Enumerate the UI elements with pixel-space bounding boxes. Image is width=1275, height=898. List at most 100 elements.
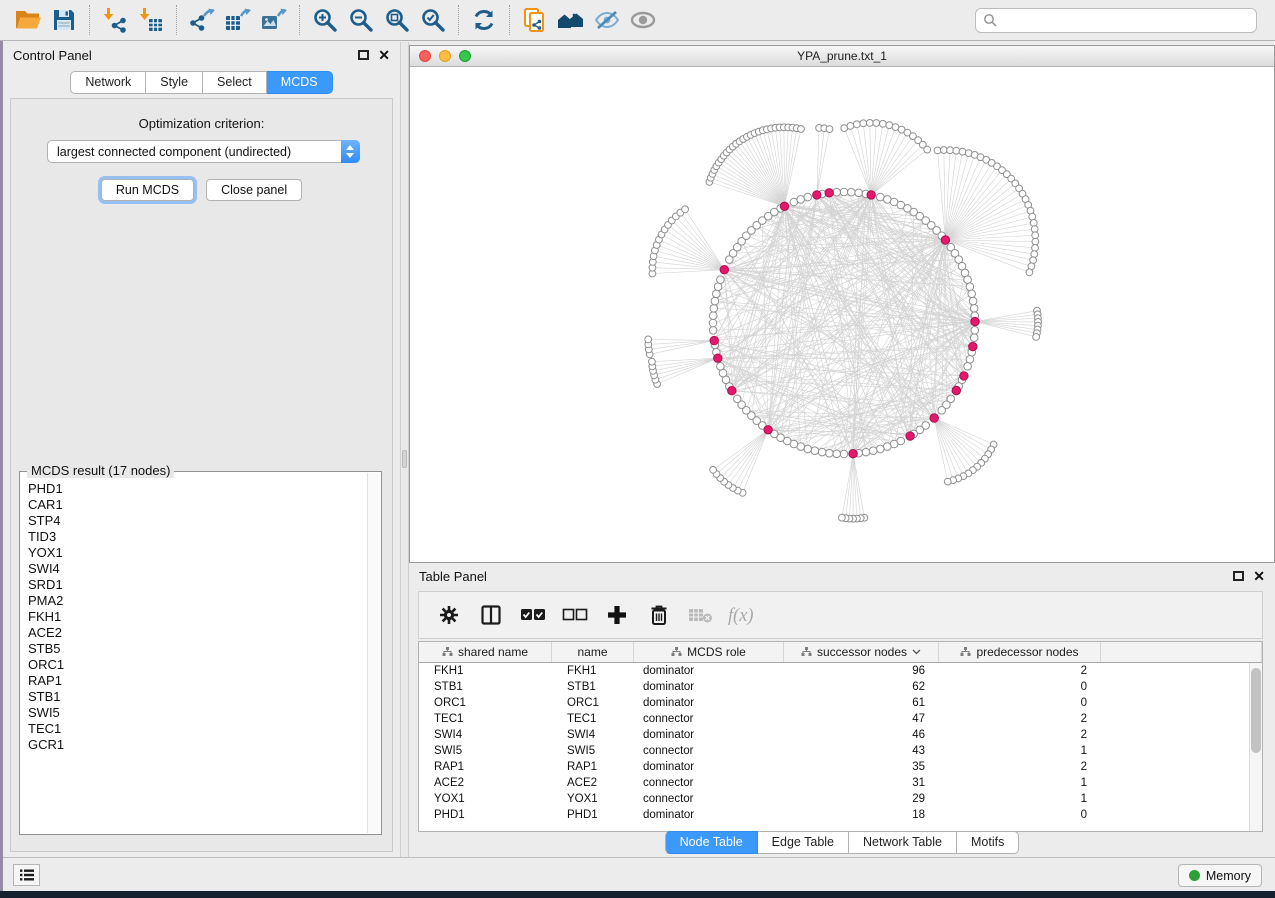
mcds-result-item[interactable]: FKH1	[28, 609, 367, 625]
table-row[interactable]: ACE2ACE2connector311	[419, 775, 1262, 791]
float-panel-icon[interactable]	[358, 50, 369, 60]
table-row[interactable]: YOX1YOX1connector291	[419, 791, 1262, 807]
mcds-result-item[interactable]: CAR1	[28, 497, 367, 513]
float-panel-icon[interactable]	[1233, 571, 1244, 581]
mcds-result-item[interactable]: SRD1	[28, 577, 367, 593]
window-maximize-icon[interactable]	[459, 50, 471, 62]
close-panel-button[interactable]: Close panel	[206, 179, 302, 201]
table-cell: 43	[784, 745, 939, 757]
close-panel-icon[interactable]: ✕	[1253, 571, 1265, 581]
table-row[interactable]: SWI4SWI4dominator462	[419, 727, 1262, 743]
new-network-from-selection-icon[interactable]	[517, 4, 553, 36]
column-header-successor-nodes[interactable]: successor nodes	[784, 642, 939, 662]
mcds-result-item[interactable]: STB1	[28, 689, 367, 705]
export-table-icon[interactable]	[220, 4, 256, 36]
table-scrollbar-thumb[interactable]	[1251, 668, 1261, 753]
run-mcds-button[interactable]: Run MCDS	[101, 179, 194, 201]
zoom-selected-icon[interactable]	[415, 4, 451, 36]
node-table-body: FKH1FKH1dominator962STB1STB1dominator620…	[419, 663, 1262, 823]
table-cell: YOX1	[552, 793, 634, 805]
splitter-handle-icon[interactable]	[402, 450, 407, 468]
table-row[interactable]: PHD1PHD1dominator180	[419, 807, 1262, 823]
memory-button[interactable]: Memory	[1178, 864, 1262, 887]
add-column-icon[interactable]	[600, 600, 633, 630]
tab-mcds[interactable]: MCDS	[267, 71, 333, 94]
table-row[interactable]: ORC1ORC1dominator610	[419, 695, 1262, 711]
panel-splitter[interactable]	[400, 42, 409, 857]
mcds-result-item[interactable]: RAP1	[28, 673, 367, 689]
column-header-filler	[1101, 642, 1262, 662]
mcds-result-item[interactable]: SWI4	[28, 561, 367, 577]
close-panel-icon[interactable]: ✕	[378, 50, 390, 60]
show-columns-icon[interactable]	[474, 600, 507, 630]
shared-column-icon	[442, 647, 453, 657]
column-header-predecessor-nodes[interactable]: predecessor nodes	[939, 642, 1101, 662]
mcds-result-item[interactable]: PHD1	[28, 481, 367, 497]
table-cell: 96	[784, 665, 939, 677]
column-header-label: predecessor nodes	[976, 645, 1078, 659]
column-header-MCDS-role[interactable]: MCDS role	[634, 642, 784, 662]
zoom-out-icon[interactable]	[343, 4, 379, 36]
window-close-icon[interactable]	[419, 50, 431, 62]
table-row[interactable]: STB1STB1dominator620	[419, 679, 1262, 695]
column-header-shared-name[interactable]: shared name	[419, 642, 552, 662]
column-header-name[interactable]: name	[552, 642, 634, 662]
column-header-label: MCDS role	[687, 645, 746, 659]
toolbar-separator	[299, 5, 300, 35]
import-table-icon[interactable]	[133, 4, 169, 36]
mcds-result-scrollbar[interactable]	[367, 473, 380, 833]
table-row[interactable]: RAP1RAP1dominator352	[419, 759, 1262, 775]
show-all-icon[interactable]	[625, 4, 661, 36]
search-input[interactable]	[997, 13, 1256, 27]
mcds-result-item[interactable]: YOX1	[28, 545, 367, 561]
open-folder-icon[interactable]	[10, 4, 46, 36]
table-row[interactable]: FKH1FKH1dominator962	[419, 663, 1262, 679]
mcds-result-item[interactable]: PMA2	[28, 593, 367, 609]
export-network-icon[interactable]	[184, 4, 220, 36]
tab-network[interactable]: Network	[70, 71, 146, 94]
table-cell: 61	[784, 697, 939, 709]
table-row[interactable]: SWI5SWI5connector431	[419, 743, 1262, 759]
export-image-icon[interactable]	[256, 4, 292, 36]
node-table-header: shared namename MCDS role successor nodes p…	[419, 642, 1262, 663]
tab-select[interactable]: Select	[203, 71, 267, 94]
show-panels-menu-button[interactable]	[13, 864, 40, 886]
mcds-result-item[interactable]: ACE2	[28, 625, 367, 641]
tab-node-table[interactable]: Node Table	[665, 831, 758, 854]
mcds-result-group: MCDS result (17 nodes) PHD1CAR1STP4TID3Y…	[19, 471, 382, 835]
network-view[interactable]	[410, 67, 1274, 562]
mcds-result-item[interactable]: ORC1	[28, 657, 367, 673]
hide-selected-icon[interactable]	[589, 4, 625, 36]
tab-network-table[interactable]: Network Table	[849, 831, 957, 854]
mcds-result-item[interactable]: STB5	[28, 641, 367, 657]
save-icon[interactable]	[46, 4, 82, 36]
search-field[interactable]	[975, 8, 1257, 33]
table-scrollbar[interactable]	[1249, 663, 1262, 831]
tab-motifs[interactable]: Motifs	[957, 831, 1019, 854]
table-row[interactable]: TEC1TEC1connector472	[419, 711, 1262, 727]
import-network-icon[interactable]	[97, 4, 133, 36]
network-window-titlebar[interactable]: YPA_prune.txt_1	[410, 46, 1274, 67]
first-neighbors-icon[interactable]	[553, 4, 589, 36]
mcds-result-item[interactable]: GCR1	[28, 737, 367, 753]
tab-style[interactable]: Style	[146, 71, 203, 94]
window-minimize-icon[interactable]	[439, 50, 451, 62]
column-settings-gear-icon[interactable]	[432, 600, 465, 630]
svg-text:f(x): f(x)	[728, 605, 754, 626]
tab-edge-table[interactable]: Edge Table	[758, 831, 849, 854]
toolbar-separator	[176, 5, 177, 35]
deselect-all-rows-icon[interactable]	[558, 600, 591, 630]
refresh-icon[interactable]	[466, 4, 502, 36]
table-cell: 2	[939, 761, 1101, 773]
criterion-dropdown[interactable]: largest connected component (undirected)	[47, 140, 360, 163]
mcds-result-item[interactable]: STP4	[28, 513, 367, 529]
control-panel: Control Panel ✕ NetworkStyleSelectMCDS O…	[3, 42, 400, 857]
zoom-in-icon[interactable]	[307, 4, 343, 36]
zoom-fit-icon[interactable]	[379, 4, 415, 36]
delete-column-icon[interactable]	[642, 600, 675, 630]
mcds-result-item[interactable]: TID3	[28, 529, 367, 545]
select-all-rows-icon[interactable]	[516, 600, 549, 630]
mcds-result-item[interactable]: TEC1	[28, 721, 367, 737]
mcds-result-item[interactable]: SWI5	[28, 705, 367, 721]
network-canvas-svg	[410, 67, 1274, 562]
